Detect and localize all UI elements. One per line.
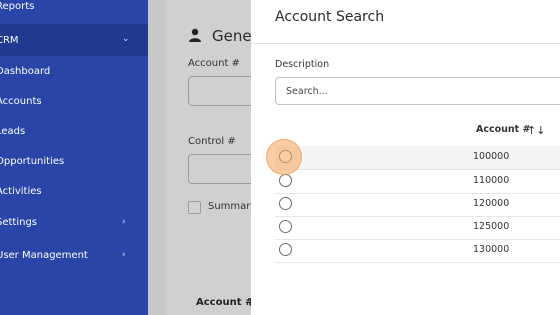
row-radio[interactable] — [279, 243, 292, 256]
table-row[interactable]: 120000 — [275, 193, 560, 217]
account-label: Account # — [188, 58, 240, 69]
sidebar-item-label: Settings — [0, 217, 38, 228]
search-input[interactable] — [275, 77, 560, 105]
sidebar: Reports CRM ⌄ Dashboard Accounts Leads O… — [0, 0, 148, 315]
table-row[interactable]: 110000 — [275, 170, 560, 194]
table-row[interactable]: 125000 — [275, 216, 560, 240]
sidebar-item-label: User Management — [0, 250, 88, 261]
description-label: Description — [275, 59, 330, 70]
account-field[interactable] — [188, 76, 259, 106]
sort-icon[interactable]: ↑↓ — [527, 124, 545, 137]
table-row[interactable]: 100000 — [275, 146, 560, 170]
account-number: 120000 — [473, 198, 510, 209]
chevron-down-icon: ⌄ — [122, 34, 130, 44]
sidebar-item-leads[interactable]: Leads — [0, 126, 148, 140]
sidebar-item-user-management[interactable]: User Management › — [0, 250, 148, 264]
row-radio[interactable] — [279, 174, 292, 187]
sidebar-item-reports[interactable]: Reports — [0, 0, 148, 16]
summary-label: Summary — [208, 201, 257, 212]
row-radio[interactable] — [279, 220, 292, 233]
sidebar-item-label: Dashboard — [0, 66, 51, 77]
sidebar-item-label: Opportunities — [0, 156, 65, 167]
sidebar-item-label: Activities — [0, 186, 42, 197]
control-label: Control # — [188, 136, 236, 147]
modal-divider — [251, 43, 560, 44]
modal-title: Account Search — [275, 9, 385, 25]
user-icon — [189, 28, 201, 42]
account-number: 125000 — [473, 221, 510, 232]
sidebar-item-activities[interactable]: Activities — [0, 186, 148, 200]
chevron-right-icon: › — [122, 217, 126, 227]
account-column-header[interactable]: Account # — [476, 124, 530, 135]
sidebar-item-dashboard[interactable]: Dashboard — [0, 66, 148, 80]
sidebar-item-label: Accounts — [0, 96, 42, 107]
table-row[interactable]: 130000 — [275, 239, 560, 263]
account-number: 100000 — [473, 151, 510, 162]
sidebar-item-crm[interactable]: CRM ⌄ — [0, 24, 148, 56]
account-number: 130000 — [473, 244, 510, 255]
row-radio[interactable] — [279, 197, 292, 210]
chevron-right-icon: › — [122, 250, 126, 260]
click-highlight — [266, 139, 302, 175]
sidebar-item-accounts[interactable]: Accounts — [0, 96, 148, 110]
sidebar-item-opportunities[interactable]: Opportunities — [0, 156, 148, 170]
sidebar-item-label: Leads — [0, 126, 26, 137]
sidebar-item-label: Reports — [0, 1, 35, 12]
account-number: 110000 — [473, 175, 510, 186]
summary-checkbox[interactable] — [188, 201, 201, 214]
account-search-modal: Account Search Description Account # ↑↓ … — [251, 0, 560, 315]
control-field[interactable] — [188, 154, 259, 184]
sidebar-item-settings[interactable]: Settings › — [0, 217, 148, 231]
account-column-header[interactable]: Account # — [196, 297, 253, 308]
sidebar-item-label: CRM — [0, 35, 19, 46]
